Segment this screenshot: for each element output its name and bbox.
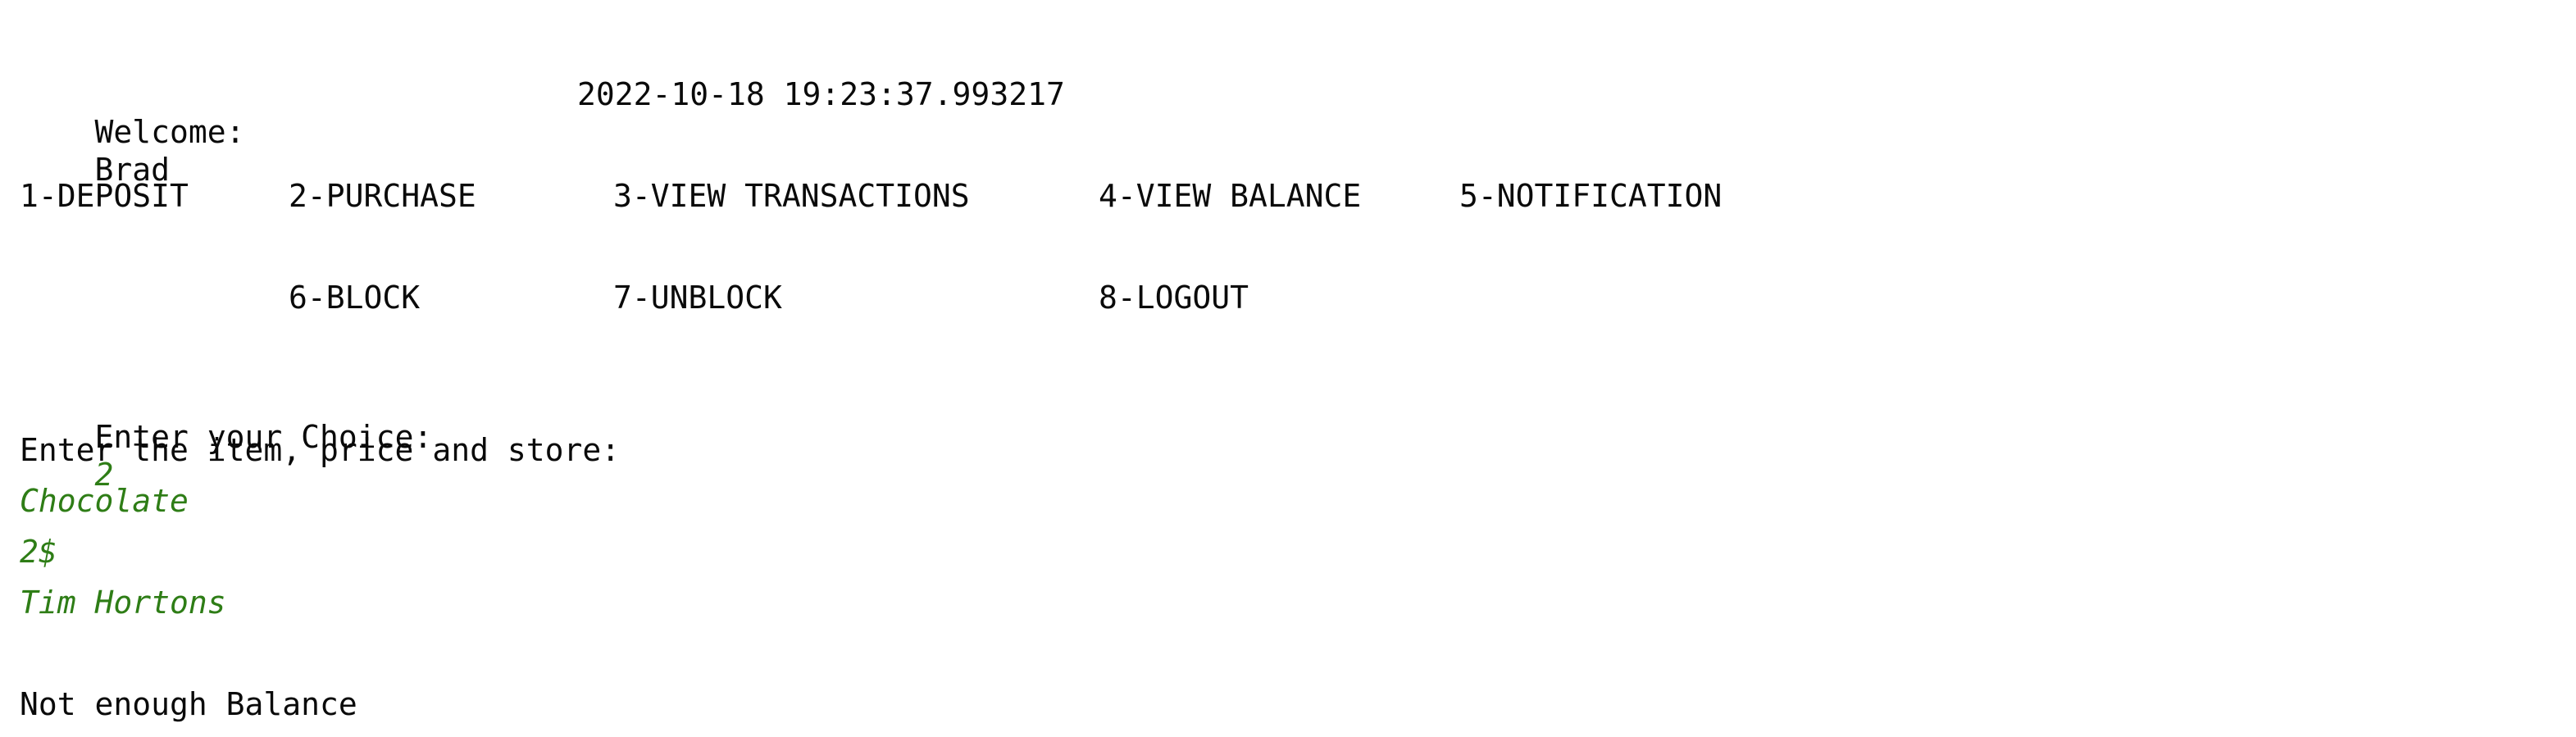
menu-item-notification: 5-NOTIFICATION: [1459, 178, 1723, 214]
timestamp: 2022-10-18 19:23:37.993217: [577, 76, 1065, 112]
console-output: Welcome: Brad 2022-10-18 19:23:37.993217…: [0, 0, 2576, 737]
menu-item-purchase: 2-PURCHASE: [289, 178, 476, 214]
menu-item-block: 6-BLOCK: [289, 280, 421, 316]
menu-item-view-balance: 4-VIEW BALANCE: [1099, 178, 1362, 214]
menu-item-unblock: 7-UNBLOCK: [613, 280, 782, 316]
store-input: Tim Hortons: [20, 585, 226, 621]
menu-item-view-transactions: 3-VIEW TRANSACTIONS: [613, 178, 970, 214]
welcome-line: Welcome: Brad: [20, 75, 245, 188]
result-message: Not enough Balance: [20, 686, 357, 722]
welcome-label: Welcome:: [94, 114, 245, 150]
price-input: 2$: [20, 534, 57, 570]
menu-item-logout: 8-LOGOUT: [1099, 280, 1249, 316]
item-prompt: Enter the item, price and store:: [20, 432, 621, 468]
item-input: Chocolate: [20, 483, 189, 519]
choice-line: Enter your Choice: 2: [20, 380, 433, 493]
menu-item-deposit: 1-DEPOSIT: [20, 178, 189, 214]
